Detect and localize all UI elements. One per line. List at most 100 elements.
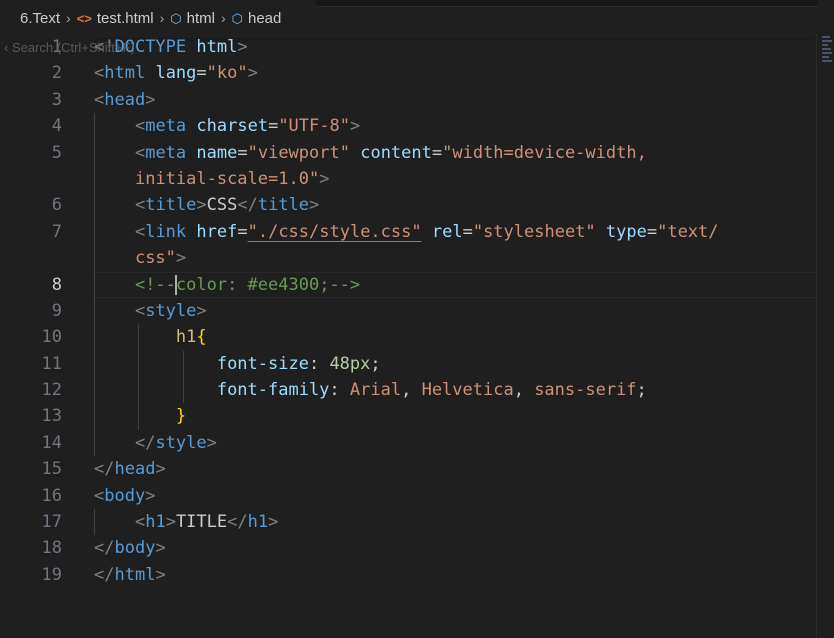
code-line-content[interactable]: </style> [94,430,818,456]
code-token: , [513,380,535,401]
code-line[interactable]: 7 <link href="./css/style.css" rel="styl… [0,218,818,246]
code-token: sans-serif [534,380,637,401]
code-line[interactable]: 12 font-family: Arial, Helvetica, sans-s… [0,377,818,404]
code-token: > [309,195,320,216]
code-line-content[interactable]: </head> [94,456,818,482]
line-number[interactable]: 18 [0,535,62,561]
code-line-content[interactable]: <head> [94,87,818,113]
code-token: "ko" [206,63,248,84]
line-number[interactable]: 4 [0,113,62,139]
code-token: TITLE [175,512,228,533]
code-line-content[interactable]: <meta charset="UTF-8"> [94,113,818,139]
line-number[interactable]: 15 [0,456,62,482]
code-line-content[interactable]: <!DOCTYPE html> [94,34,818,60]
code-line[interactable]: 8 <!--color: #ee4300;--> [0,271,818,299]
minimap[interactable] [818,34,834,74]
code-line[interactable]: 13 } [0,403,818,430]
code-token: < [94,485,105,506]
line-number[interactable]: 19 [0,562,62,588]
code-line-content[interactable]: </html> [94,562,818,588]
code-line-content[interactable]: <title>CSS</title> [94,192,818,218]
line-number[interactable]: 6 [0,192,62,218]
code-line[interactable]: 2 <html lang="ko"> [0,60,818,86]
minimap-line [822,60,832,62]
code-token: > [206,432,217,453]
code-line[interactable]: 3 <head> [0,87,818,113]
code-line-content[interactable]: <!--color: #ee4300;--> [92,271,818,299]
minimap-line [822,40,832,42]
code-token: } [175,406,187,427]
vertical-scrollbar-track[interactable] [816,34,817,638]
code-line[interactable]: 14 </style> [0,429,818,457]
line-number[interactable]: 5 [0,140,62,166]
code-token: html [104,63,146,84]
indent-guide [94,377,95,404]
code-token: Helvetica [421,380,514,401]
code-token: > [145,485,156,506]
code-token: "text/ [657,221,719,242]
line-number[interactable]: 12 [0,377,62,403]
breadcrumb-element-html-label: html [186,10,215,27]
code-line[interactable]: 10 h1{ [0,324,818,351]
line-number[interactable]: 9 [0,298,62,324]
code-line-content[interactable]: font-size: 48px; [94,351,818,377]
line-number[interactable]: 17 [0,509,62,535]
code-token: h1 [145,512,166,533]
code-line[interactable]: 15 </head> [0,456,818,482]
code-line-content[interactable]: css"> [94,245,818,271]
line-number[interactable]: 11 [0,351,62,377]
code-token: : [329,380,350,401]
code-token: > [268,512,279,533]
line-number[interactable]: 3 [0,87,62,113]
code-token: name [196,142,238,163]
code-line-content[interactable]: <style> [94,298,818,324]
line-number[interactable]: 14 [0,430,62,456]
code-line[interactable]: 9 <style> [0,297,818,325]
code-token: < [94,89,105,110]
breadcrumb-element-html[interactable]: ⬡ html [170,10,215,27]
code-line[interactable]: 16 <body> [0,483,818,509]
code-line[interactable]: 19 </html> [0,562,818,588]
code-token: ; [636,380,647,401]
code-line-content[interactable]: <body> [94,483,818,509]
code-line-content[interactable]: <link href="./css/style.css" rel="styles… [94,219,818,245]
code-line-content[interactable]: initial-scale=1.0"> [94,166,818,192]
code-line[interactable]: css"> [0,245,818,272]
indent-guide [94,297,95,325]
code-line-content[interactable]: </body> [94,535,818,561]
code-line-content[interactable]: <html lang="ko"> [94,60,818,86]
code-line[interactable]: 4 <meta charset="UTF-8"> [0,113,818,140]
line-number[interactable]: 2 [0,60,62,86]
code-token: , [401,380,422,401]
code-line-content[interactable]: <meta name="viewport" content="width=dev… [94,140,818,166]
code-line[interactable]: 17 <h1>TITLE</h1> [0,509,818,536]
line-number[interactable]: 16 [0,483,62,509]
line-number[interactable]: 10 [0,324,62,350]
code-line[interactable]: 11 font-size: 48px; [0,350,818,378]
breadcrumb-element-head[interactable]: ⬡ head [232,10,282,27]
line-number[interactable]: 8 [0,272,62,298]
code-line[interactable]: initial-scale=1.0"> [0,165,818,193]
code-line[interactable]: 6 <title>CSS</title> [0,192,818,219]
code-line-content[interactable]: font-family: Arial, Helvetica, sans-seri… [94,377,818,403]
code-token: CSS [206,195,238,216]
code-token: = [268,116,279,137]
breadcrumb-file[interactable]: <> test.html [77,10,154,27]
line-number[interactable]: 7 [0,219,62,245]
breadcrumb-folder[interactable]: 6.Text [20,10,60,27]
code-line-content[interactable]: h1{ [94,324,818,350]
code-editor[interactable]: 1 <!DOCTYPE html> 2 <html lang="ko"> 3 <head>… [0,34,818,588]
code-line[interactable]: 18 </body> [0,535,818,561]
code-token: > [165,512,176,533]
code-line[interactable]: 5 <meta name="viewport" content="width=d… [0,139,818,166]
line-number[interactable]: 13 [0,403,62,429]
code-line-content[interactable]: } [94,403,818,429]
indent-guide [138,377,139,404]
code-token: > [155,564,166,585]
code-line-content[interactable]: <h1>TITLE</h1> [94,509,818,535]
